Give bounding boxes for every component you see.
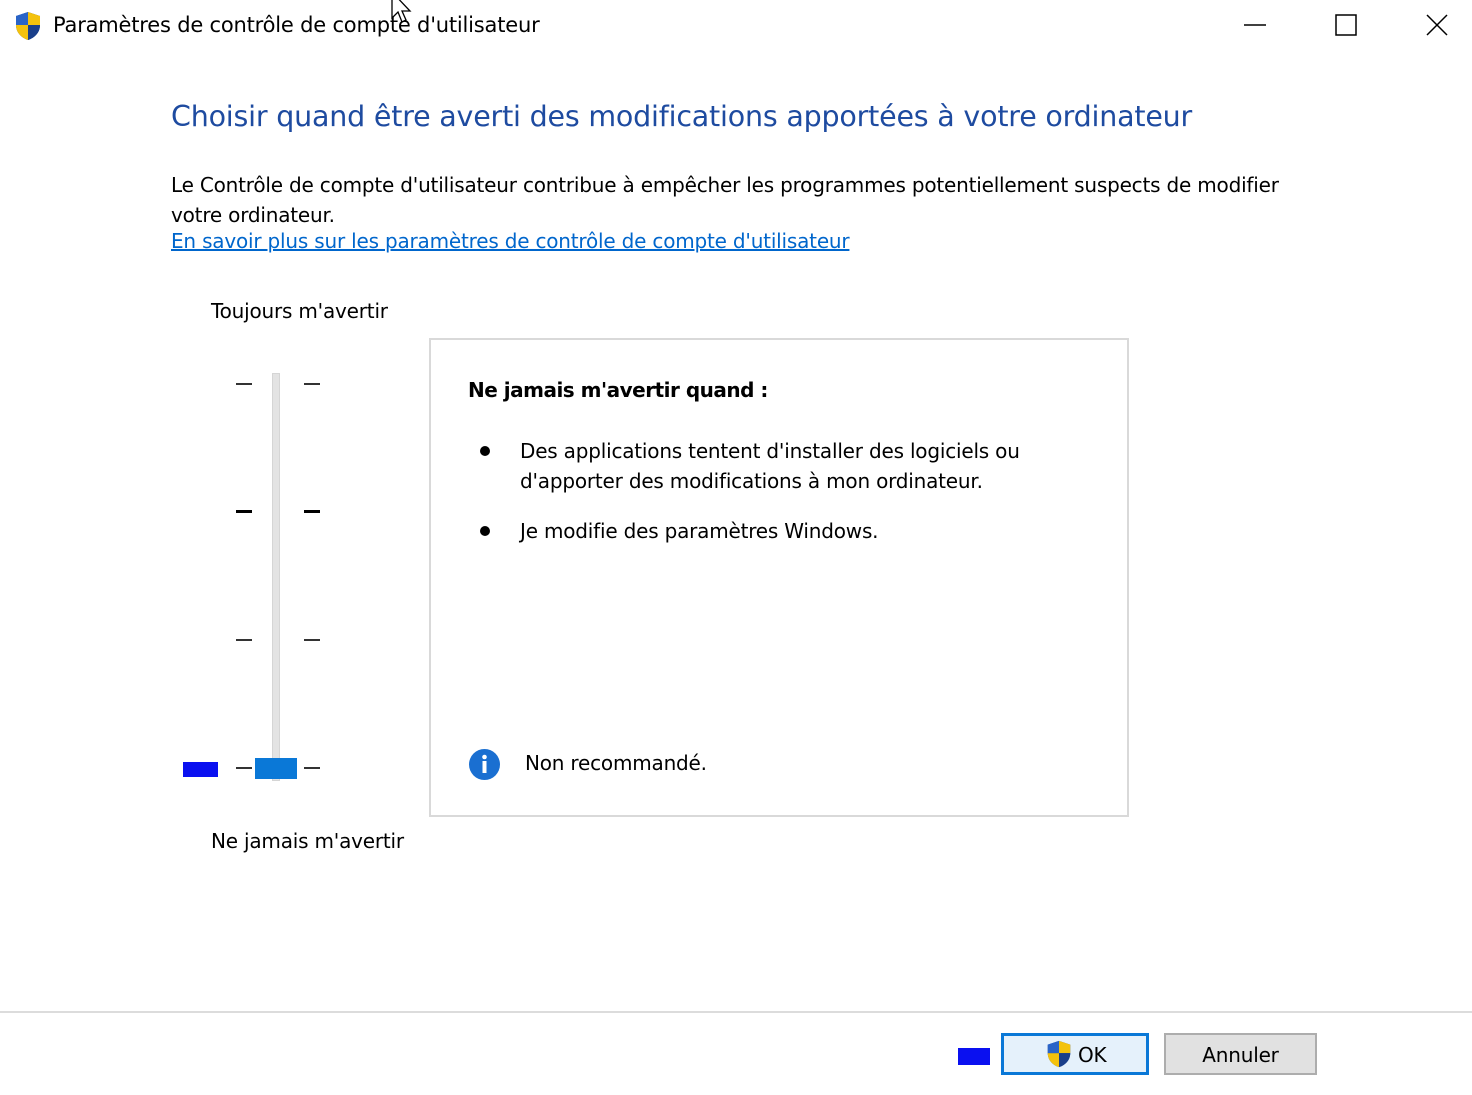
- uac-shield-icon: [1047, 1040, 1071, 1068]
- slider-tick: [304, 383, 320, 385]
- ok-button-label: OK: [1078, 1043, 1107, 1067]
- slider-tick: [304, 767, 320, 769]
- bullet-icon: [480, 526, 490, 536]
- minimize-icon: [1244, 24, 1266, 26]
- level-description-panel: Ne jamais m'avertir quand : Des applicat…: [429, 338, 1129, 817]
- description-text: Le Contrôle de compte d'utilisateur cont…: [171, 173, 1279, 227]
- list-item-text: Je modifie des paramètres Windows.: [520, 519, 879, 543]
- slider-thumb[interactable]: [255, 758, 297, 779]
- slider-bottom-label: Ne jamais m'avertir: [211, 829, 404, 853]
- notification-level-slider[interactable]: [180, 366, 340, 786]
- close-button[interactable]: [1390, 0, 1472, 52]
- list-item: Je modifie des paramètres Windows.: [468, 516, 1108, 546]
- dialog-footer: OK Annuler: [0, 1013, 1472, 1095]
- slider-top-label: Toujours m'avertir: [211, 299, 388, 323]
- list-item-text: Des applications tentent d'installer des…: [520, 439, 1020, 493]
- window-title: Paramètres de contrôle de compte d'utili…: [53, 13, 540, 37]
- focus-indicator: [183, 762, 218, 777]
- slider-tick: [236, 767, 252, 769]
- cancel-button[interactable]: Annuler: [1164, 1033, 1317, 1075]
- panel-title: Ne jamais m'avertir quand :: [468, 378, 768, 402]
- uac-shield-icon: [16, 12, 40, 40]
- slider-tick: [236, 383, 252, 385]
- mouse-cursor-icon: [391, 0, 412, 23]
- maximize-icon: [1335, 14, 1357, 36]
- slider-tick: [236, 639, 252, 641]
- bullet-icon: [480, 446, 490, 456]
- minimize-button[interactable]: [1208, 0, 1300, 52]
- info-icon: [469, 749, 500, 780]
- focus-indicator: [958, 1048, 990, 1065]
- ok-button[interactable]: OK: [1001, 1033, 1149, 1075]
- close-icon: [1426, 14, 1448, 36]
- slider-track[interactable]: [272, 373, 280, 781]
- cancel-button-label: Annuler: [1202, 1043, 1279, 1067]
- page-heading: Choisir quand être averti des modificati…: [171, 100, 1193, 133]
- slider-tick: [304, 639, 320, 641]
- list-item: Des applications tentent d'installer des…: [468, 436, 1108, 496]
- slider-tick: [304, 510, 320, 513]
- note-text: Non recommandé.: [525, 751, 707, 775]
- slider-tick: [236, 510, 252, 513]
- learn-more-link[interactable]: En savoir plus sur les paramètres de con…: [171, 229, 850, 253]
- maximize-button[interactable]: [1299, 0, 1391, 52]
- title-bar: Paramètres de contrôle de compte d'utili…: [0, 0, 1472, 52]
